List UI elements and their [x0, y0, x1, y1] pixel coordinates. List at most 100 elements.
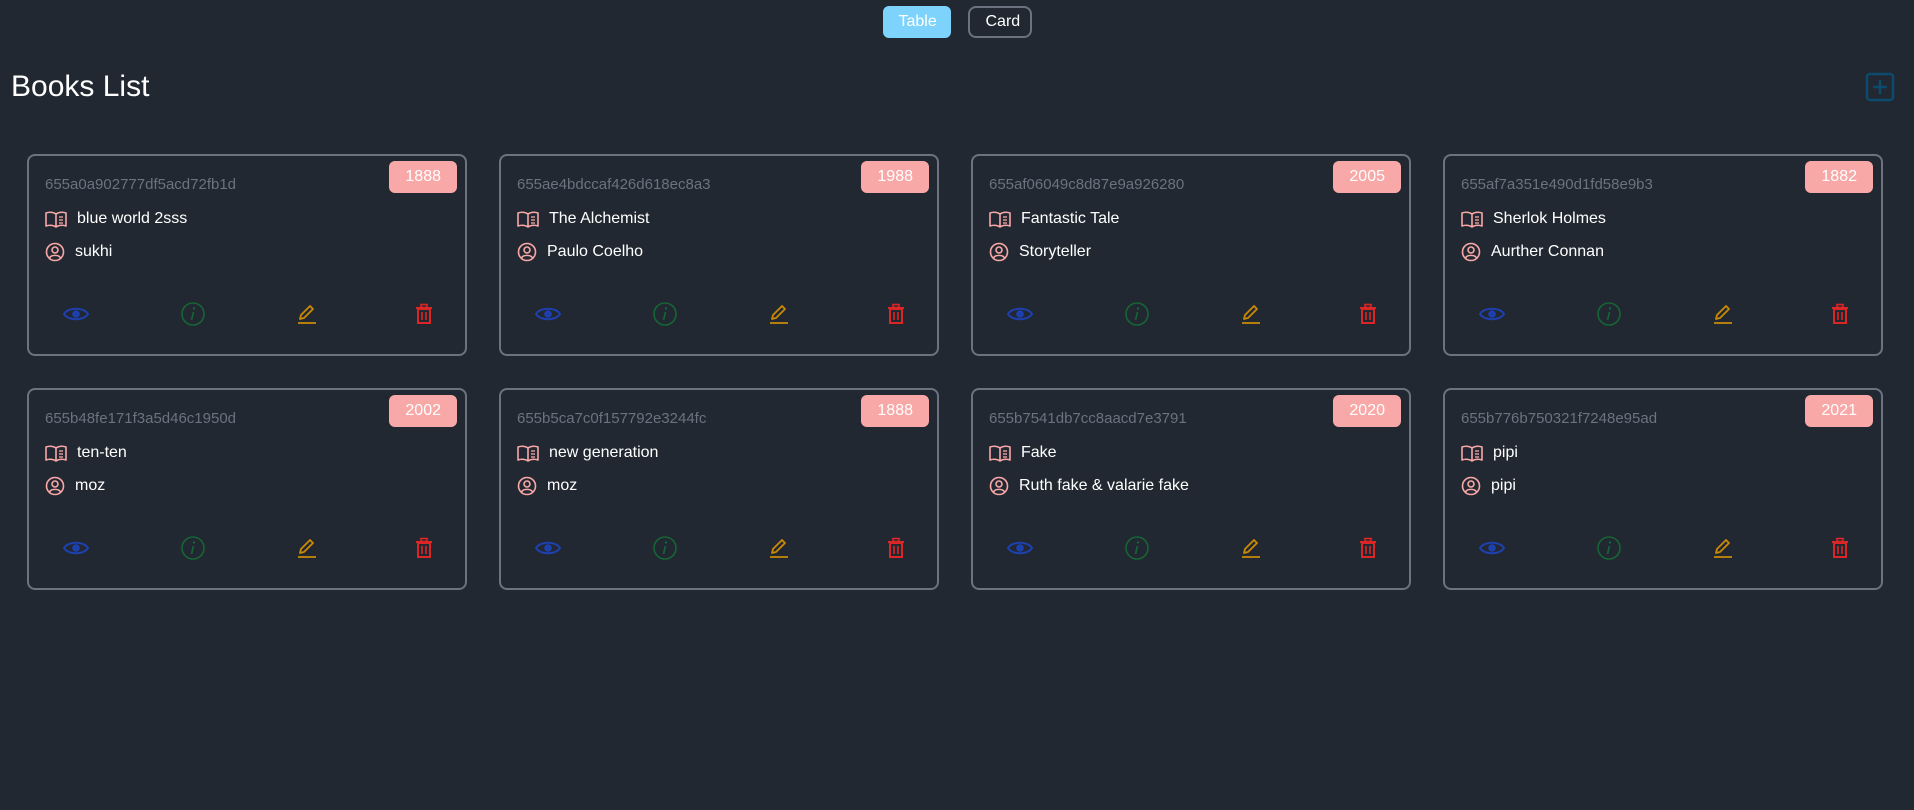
delete-book-button[interactable] [1354, 536, 1382, 564]
open-book-icon [517, 210, 539, 228]
book-author-row: Ruth fake & valarie fake [989, 476, 1189, 496]
book-card: 2002 655b48fe171f3a5d46c1950d ten-ten mo… [27, 388, 467, 590]
delete-book-button[interactable] [1826, 536, 1854, 564]
card-view-button[interactable]: Card [967, 6, 1032, 38]
edit-book-button[interactable] [293, 302, 321, 330]
info-book-button[interactable] [651, 301, 679, 332]
info-circle-icon [180, 535, 206, 566]
edit-book-button[interactable] [1709, 536, 1737, 564]
open-book-icon [45, 444, 67, 462]
plus-square-icon [1865, 72, 1895, 102]
trash-icon [414, 303, 434, 330]
edit-book-button[interactable] [1237, 536, 1265, 564]
book-author-row: Storyteller [989, 242, 1091, 262]
view-book-button[interactable] [1006, 536, 1034, 564]
view-book-button[interactable] [62, 302, 90, 330]
books-grid: 1888 655a0a902777df5acd72fb1d blue world… [27, 154, 1883, 590]
info-book-button[interactable] [1595, 535, 1623, 566]
open-book-icon [1461, 210, 1483, 228]
edit-book-button[interactable] [293, 536, 321, 564]
book-author-row: Aurther Connan [1461, 242, 1604, 262]
trash-icon [1358, 303, 1378, 330]
eye-icon [534, 539, 562, 562]
info-book-button[interactable] [1123, 535, 1151, 566]
book-title: The Alchemist [549, 210, 650, 227]
book-author: pipi [1491, 477, 1516, 494]
view-toggle: Table Card [0, 6, 1914, 38]
info-circle-icon [1124, 535, 1150, 566]
add-book-button[interactable] [1865, 72, 1895, 102]
book-id: 655ae4bdccaf426d618ec8a3 [517, 176, 711, 193]
delete-book-button[interactable] [410, 536, 438, 564]
year-badge: 2021 [1805, 395, 1873, 427]
table-view-button[interactable]: Table [882, 6, 951, 38]
pencil-icon [1239, 302, 1263, 331]
delete-book-button[interactable] [410, 302, 438, 330]
edit-book-button[interactable] [1709, 302, 1737, 330]
book-author: Ruth fake & valarie fake [1019, 477, 1189, 494]
book-author: Aurther Connan [1491, 243, 1604, 260]
book-card: 1988 655ae4bdccaf426d618ec8a3 The Alchem… [499, 154, 939, 356]
pencil-icon [767, 302, 791, 331]
book-card: 2021 655b776b750321f7248e95ad pipi pipi [1443, 388, 1883, 590]
user-circle-icon [989, 476, 1009, 496]
delete-book-button[interactable] [1826, 302, 1854, 330]
book-author: Storyteller [1019, 243, 1092, 260]
open-book-icon [989, 444, 1011, 462]
book-id: 655b7541db7cc8aacd7e3791 [989, 410, 1187, 427]
book-card: 1888 655a0a902777df5acd72fb1d blue world… [27, 154, 467, 356]
card-actions [501, 301, 937, 332]
edit-book-button[interactable] [765, 536, 793, 564]
book-id: 655b48fe171f3a5d46c1950d [45, 410, 237, 427]
info-book-button[interactable] [1595, 301, 1623, 332]
book-author-row: moz [45, 476, 105, 496]
book-id: 655af7a351e490d1fd58e9b3 [1461, 176, 1653, 193]
page-title: Books List [11, 70, 150, 103]
user-circle-icon [517, 476, 537, 496]
trash-icon [414, 537, 434, 564]
book-title: blue world 2sss [77, 210, 188, 227]
info-book-button[interactable] [179, 535, 207, 566]
trash-icon [1830, 537, 1850, 564]
info-circle-icon [652, 535, 678, 566]
view-book-button[interactable] [1006, 302, 1034, 330]
info-book-button[interactable] [1123, 301, 1151, 330]
pencil-icon [295, 536, 319, 565]
edit-book-button[interactable] [765, 302, 793, 330]
pencil-icon [295, 302, 319, 331]
card-actions [29, 535, 465, 566]
user-circle-icon [1461, 476, 1481, 496]
pencil-icon [1711, 536, 1735, 565]
eye-icon [534, 305, 562, 328]
view-book-button[interactable] [1478, 536, 1506, 564]
trash-icon [1358, 537, 1378, 564]
book-card: 2020 655b7541db7cc8aacd7e3791 Fake Ruth … [971, 388, 1411, 590]
info-book-button[interactable] [179, 301, 207, 332]
info-circle-icon [1596, 535, 1622, 566]
book-author: moz [75, 477, 106, 494]
open-book-icon [45, 210, 67, 228]
user-circle-icon [989, 242, 1009, 262]
info-circle-icon [652, 301, 678, 332]
info-book-button[interactable] [651, 535, 679, 566]
view-book-button[interactable] [534, 536, 562, 564]
book-author: moz [547, 477, 578, 494]
card-actions [973, 301, 1409, 330]
book-title: Sherlok Holmes [1493, 210, 1606, 227]
view-book-button[interactable] [534, 302, 562, 330]
book-title-row: ten-ten [45, 444, 127, 462]
info-circle-icon [180, 301, 206, 332]
delete-book-button[interactable] [882, 536, 910, 564]
pencil-icon [767, 536, 791, 565]
book-card: 2005 655af06049c8d87e9a926280 Fantastic … [971, 154, 1411, 356]
eye-icon [1478, 539, 1506, 562]
delete-book-button[interactable] [1354, 302, 1382, 330]
edit-book-button[interactable] [1237, 302, 1265, 330]
view-book-button[interactable] [1478, 302, 1506, 330]
info-circle-icon [1596, 301, 1622, 332]
delete-book-button[interactable] [882, 302, 910, 330]
user-circle-icon [1461, 242, 1481, 262]
book-card: 1882 655af7a351e490d1fd58e9b3 Sherlok Ho… [1443, 154, 1883, 356]
user-circle-icon [517, 242, 537, 262]
view-book-button[interactable] [62, 536, 90, 564]
